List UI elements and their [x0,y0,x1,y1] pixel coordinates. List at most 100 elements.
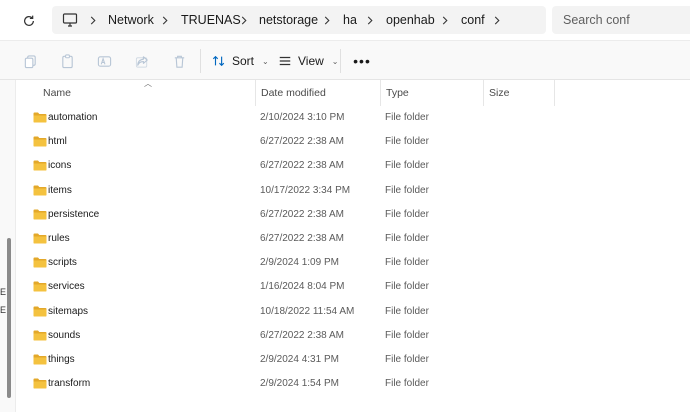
file-date-modified: 10/17/2022 3:34 PM [260,184,351,196]
more-options-button[interactable]: ••• [352,51,372,71]
chevron-right-icon[interactable] [492,12,502,28]
breadcrumb-ha[interactable]: ha [343,13,357,27]
chevron-right-icon[interactable] [365,12,375,28]
sort-icon [212,55,225,67]
column-header-date-modified[interactable]: Date modified [261,87,326,99]
view-button[interactable]: View ⌄ [278,49,339,73]
file-row[interactable]: things 2/9/2024 4:31 PM File folder [16,348,690,372]
file-list: automation 2/10/2024 3:10 PM File folder ht… [16,106,690,396]
copy-icon[interactable] [21,52,39,70]
toolbar-divider [340,49,341,73]
file-name: items [48,184,72,196]
column-separator[interactable] [380,80,381,106]
file-name: icons [48,160,72,172]
file-row[interactable]: items 10/17/2022 3:34 PM File folder [16,179,690,203]
file-row[interactable]: html 6/27/2022 2:38 AM File folder [16,130,690,154]
delete-icon[interactable] [170,52,188,70]
view-list-icon [279,56,291,66]
file-type: File folder [385,184,429,196]
file-row[interactable]: automation 2/10/2024 3:10 PM File folder [16,106,690,130]
navigation-scrollbar[interactable] [7,238,11,398]
file-row[interactable]: sounds 6/27/2022 2:38 AM File folder [16,324,690,348]
column-separator[interactable] [483,80,484,106]
chevron-right-icon[interactable] [160,12,170,28]
file-name: sitemaps [48,305,89,317]
column-header-type[interactable]: Type [386,87,409,99]
column-separator[interactable] [554,80,555,106]
refresh-button[interactable] [18,10,40,32]
file-row[interactable]: persistence 6/27/2022 2:38 AM File folder [16,203,690,227]
file-type: File folder [385,305,429,317]
folder-icon [33,354,47,365]
paste-icon[interactable] [58,52,76,70]
toolbar-divider [200,49,201,73]
folder-icon [33,209,47,220]
file-name: services [48,281,85,293]
this-pc-icon[interactable] [62,12,78,28]
breadcrumb-conf[interactable]: conf [461,13,485,27]
file-type: File folder [385,232,429,244]
breadcrumb-openhab[interactable]: openhab [386,13,435,27]
file-date-modified: 6/27/2022 2:38 AM [260,329,344,341]
file-date-modified: 6/27/2022 2:38 AM [260,136,344,148]
file-row[interactable]: transform 2/9/2024 1:54 PM File folder [16,372,690,396]
folder-icon [33,330,47,341]
file-row[interactable]: icons 6/27/2022 2:38 AM File folder [16,154,690,178]
sort-button[interactable]: Sort ⌄ [212,49,269,73]
folder-icon [33,257,47,268]
file-type: File folder [385,208,429,220]
file-name: persistence [48,208,100,220]
sort-label: Sort [232,54,255,68]
file-type: File folder [385,353,429,365]
folder-icon [33,378,47,389]
file-date-modified: 2/10/2024 3:10 PM [260,112,345,123]
file-name: automation [48,112,98,123]
refresh-icon [24,15,34,26]
file-name: html [48,136,67,148]
breadcrumb-netstorage[interactable]: netstorage [259,13,318,27]
file-row[interactable]: services 1/16/2024 8:04 PM File folder [16,275,690,299]
file-type: File folder [385,160,429,172]
file-name: transform [48,378,91,390]
address-bar-row: Network TRUENAS netstorage ha openhab co… [0,0,690,40]
file-date-modified: 6/27/2022 2:38 AM [260,232,344,244]
chevron-right-icon[interactable] [440,12,450,28]
chevron-right-icon[interactable] [322,12,332,28]
rename-icon[interactable] [95,52,113,70]
file-date-modified: 2/9/2024 4:31 PM [260,353,339,365]
column-header-name[interactable]: Name [43,87,71,99]
nav-text-fragment: E [0,305,7,315]
file-type: File folder [385,112,429,123]
search-input[interactable]: Search conf [552,6,690,34]
column-headers: ︿ Name Date modified Type Size [16,79,690,106]
file-name: scripts [48,257,77,269]
folder-icon [33,136,47,147]
chevron-right-icon[interactable] [88,12,98,28]
folder-icon [33,281,47,292]
file-name: things [48,353,75,365]
file-row[interactable]: sitemaps 10/18/2022 11:54 AM File folder [16,300,690,324]
file-row[interactable]: scripts 2/9/2024 1:09 PM File folder [16,251,690,275]
folder-icon [33,112,47,123]
chevron-down-icon: ⌄ [262,56,269,66]
chevron-right-icon[interactable] [239,12,249,28]
file-row[interactable]: rules 6/27/2022 2:38 AM File folder [16,227,690,251]
folder-icon [33,306,47,316]
folder-icon [33,160,47,171]
breadcrumb-truenas[interactable]: TRUENAS [181,13,241,27]
file-name: rules [48,232,70,244]
file-date-modified: 10/18/2022 11:54 AM [260,305,355,317]
column-header-size[interactable]: Size [489,87,509,99]
file-date-modified: 2/9/2024 1:54 PM [260,378,339,390]
nav-text-fragment: E [0,287,7,297]
file-name: sounds [48,329,81,341]
file-date-modified: 6/27/2022 2:38 AM [260,208,344,220]
breadcrumb-network[interactable]: Network [108,13,154,27]
folder-icon [33,233,47,244]
folder-icon [33,185,47,196]
file-type: File folder [385,136,429,148]
sort-ascending-icon: ︿ [144,79,152,88]
column-separator[interactable] [255,80,256,106]
share-icon[interactable] [133,52,151,70]
chevron-down-icon: ⌄ [331,56,339,66]
